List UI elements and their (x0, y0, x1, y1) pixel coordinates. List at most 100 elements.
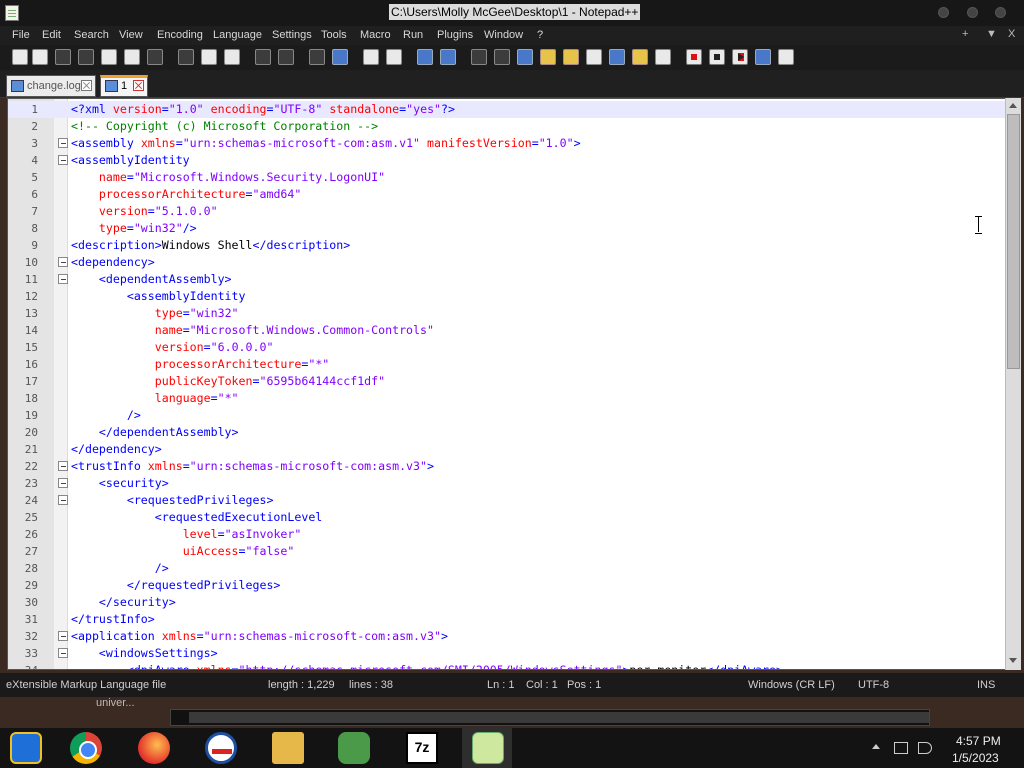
menu-plugins[interactable]: Plugins (437, 29, 473, 41)
code-line[interactable]: 9 <description>Windows Shell</description… (8, 237, 1008, 254)
eye-icon[interactable] (655, 49, 671, 65)
code-line[interactable]: 24 <requestedPrivileges> (8, 492, 1008, 509)
code-line[interactable]: 30 </security> (8, 594, 1008, 611)
close-tab-button[interactable]: X (1008, 28, 1015, 40)
code-line[interactable]: 5 name="Microsoft.Windows.Security.Logon… (8, 169, 1008, 186)
code-line[interactable]: 29 </requestedPrivileges> (8, 577, 1008, 594)
menu-file[interactable]: File (12, 29, 30, 41)
indent-guide-icon[interactable] (517, 49, 533, 65)
code-line[interactable]: 10 <dependency> (8, 254, 1008, 271)
fold-toggle-icon[interactable] (58, 274, 68, 284)
menu-tools[interactable]: Tools (321, 29, 347, 41)
clock-date[interactable]: 1/5/2023 (952, 751, 999, 765)
code-line[interactable]: 7 version="5.1.0.0" (8, 203, 1008, 220)
code-line[interactable]: 17 publicKeyToken="6595b64144ccf1df" (8, 373, 1008, 390)
code-line[interactable]: 11 <dependentAssembly> (8, 271, 1008, 288)
cut-icon[interactable] (178, 49, 194, 65)
menu-language[interactable]: Language (213, 29, 262, 41)
fold-toggle-icon[interactable] (58, 495, 68, 505)
stop-macro-icon[interactable] (709, 49, 725, 65)
scroll-down-arrow-icon[interactable] (1009, 658, 1017, 663)
menu-window[interactable]: Window (484, 29, 523, 41)
paste-icon[interactable] (224, 49, 240, 65)
close-file-icon[interactable] (101, 49, 117, 65)
run-multiple-macro-icon[interactable] (755, 49, 771, 65)
fold-toggle-icon[interactable] (58, 648, 68, 658)
code-line[interactable]: 33 <windowsSettings> (8, 645, 1008, 662)
code-line[interactable]: 25 <requestedExecutionLevel (8, 509, 1008, 526)
code-line[interactable]: 26 level="asInvoker" (8, 526, 1008, 543)
file-manager-icon[interactable] (272, 732, 304, 764)
code-line[interactable]: 2 <!-- Copyright (c) Microsoft Corporatio… (8, 118, 1008, 135)
windows-explorer-icon[interactable] (10, 732, 42, 764)
menu-view[interactable]: View (119, 29, 143, 41)
notepadpp-app-icon[interactable] (5, 5, 19, 21)
fold-toggle-icon[interactable] (58, 461, 68, 471)
menu-edit[interactable]: Edit (42, 29, 61, 41)
code-line[interactable]: 3 <assembly xmlns="urn:schemas-microsoft-… (8, 135, 1008, 152)
redo-icon[interactable] (278, 49, 294, 65)
word-wrap-icon[interactable] (471, 49, 487, 65)
clock-time[interactable]: 4:57 PM (956, 734, 1001, 748)
folder-workspace-icon[interactable] (609, 49, 625, 65)
monitoring-icon[interactable] (632, 49, 648, 65)
sync-horizontal-icon[interactable] (440, 49, 456, 65)
undo-icon[interactable] (255, 49, 271, 65)
firefox-icon[interactable] (138, 732, 170, 764)
tab-list-dropdown[interactable]: ▼ (986, 28, 997, 40)
7zip-icon[interactable]: 7z (406, 732, 438, 764)
document-map-icon[interactable] (563, 49, 579, 65)
menu-settings[interactable]: Settings (272, 29, 312, 41)
new-tab-button[interactable]: + (962, 28, 968, 40)
code-line[interactable]: 6 processorArchitecture="amd64" (8, 186, 1008, 203)
code-line[interactable]: 13 type="win32" (8, 305, 1008, 322)
editor-area[interactable]: 1 <?xml version="1.0" encoding="UTF-8" st… (7, 98, 1021, 670)
fold-toggle-icon[interactable] (58, 155, 68, 165)
horizontal-scroll-thumb[interactable] (189, 712, 929, 723)
code-line[interactable]: 14 name="Microsoft.Windows.Common-Contro… (8, 322, 1008, 339)
outlook-express-icon[interactable] (205, 732, 237, 764)
tab-1[interactable]: 1 (100, 75, 148, 97)
fold-toggle-icon[interactable] (58, 478, 68, 488)
code-line[interactable]: 34 <dpiAware xmlns="http://schemas.micro… (8, 662, 1008, 669)
code-line[interactable]: 23 <security> (8, 475, 1008, 492)
language-icon[interactable] (540, 49, 556, 65)
save-all-icon[interactable] (78, 49, 94, 65)
code-line[interactable]: 1 <?xml version="1.0" encoding="UTF-8" st… (8, 101, 1008, 118)
replace-icon[interactable] (332, 49, 348, 65)
scroll-up-arrow-icon[interactable] (1009, 103, 1017, 108)
code-line[interactable]: 20 </dependentAssembly> (8, 424, 1008, 441)
code-line[interactable]: 31 </trustInfo> (8, 611, 1008, 628)
function-list-icon[interactable] (586, 49, 602, 65)
tab-change-log[interactable]: change.log (6, 75, 96, 97)
code-line[interactable]: 12 <assemblyIdentity (8, 288, 1008, 305)
menu-run[interactable]: Run (403, 29, 423, 41)
menu-encoding[interactable]: Encoding (157, 29, 203, 41)
tab-close-icon[interactable] (81, 80, 92, 91)
fold-toggle-icon[interactable] (58, 631, 68, 641)
network-tray-icon[interactable] (894, 742, 908, 754)
code-line[interactable]: 4 <assemblyIdentity (8, 152, 1008, 169)
code-line[interactable]: 27 uiAccess="false" (8, 543, 1008, 560)
minimize-button[interactable] (938, 7, 949, 18)
code-line[interactable]: 21 </dependency> (8, 441, 1008, 458)
save-icon[interactable] (55, 49, 71, 65)
print-icon[interactable] (147, 49, 163, 65)
code-line[interactable]: 15 version="6.0.0.0" (8, 339, 1008, 356)
save-macro-icon[interactable] (778, 49, 794, 65)
code-content[interactable]: 1 <?xml version="1.0" encoding="UTF-8" st… (8, 101, 1008, 669)
maximize-button[interactable] (967, 7, 978, 18)
background-horizontal-scrollbar[interactable] (170, 709, 930, 726)
show-hidden-icons-icon[interactable] (872, 744, 880, 749)
code-line[interactable]: 19 /> (8, 407, 1008, 424)
code-line[interactable]: 32 <application xmlns="urn:schemas-micros… (8, 628, 1008, 645)
sync-vertical-icon[interactable] (417, 49, 433, 65)
network-icon[interactable] (338, 732, 370, 764)
new-file-icon[interactable] (12, 49, 28, 65)
tab-close-icon[interactable] (133, 80, 144, 91)
notepadpp-icon[interactable] (472, 732, 504, 764)
vertical-scroll-thumb[interactable] (1007, 114, 1020, 369)
menu-search[interactable]: Search (74, 29, 109, 41)
code-line[interactable]: 28 /> (8, 560, 1008, 577)
record-macro-icon[interactable] (686, 49, 702, 65)
